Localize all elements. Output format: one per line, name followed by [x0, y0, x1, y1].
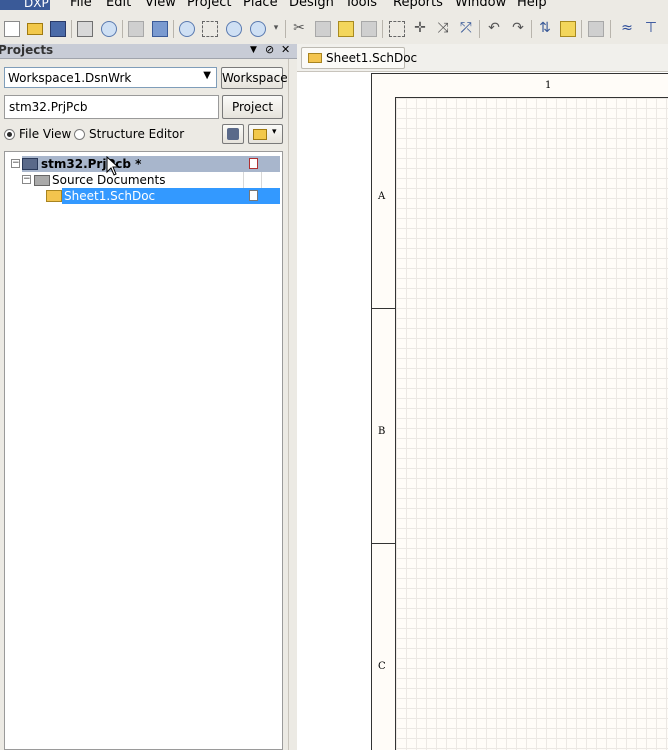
- project-field[interactable]: stm32.PrjPcb: [4, 95, 219, 119]
- menu-reports[interactable]: Reports: [393, 0, 443, 11]
- tree-item-project[interactable]: − stm32.PrjPcb *: [5, 156, 282, 172]
- select-area-icon[interactable]: [389, 21, 405, 37]
- document-status-icon: [249, 190, 258, 201]
- undo-icon[interactable]: ↶: [486, 20, 502, 36]
- project-field-value: stm32.PrjPcb: [9, 100, 88, 114]
- menu-view[interactable]: View: [145, 0, 176, 11]
- menu-place[interactable]: Place: [243, 0, 278, 11]
- dxp-menu-label: DXP: [24, 0, 49, 10]
- menu-file[interactable]: File: [70, 0, 92, 11]
- toolbar-separator: [285, 20, 286, 38]
- schematic-doc-icon: [308, 53, 322, 63]
- dxp-menu[interactable]: DXP: [0, 0, 50, 10]
- schematic-drawing-area[interactable]: [395, 97, 668, 750]
- project-options-button[interactable]: [222, 124, 244, 144]
- tree-column-divider: [243, 172, 244, 188]
- save-icon[interactable]: [50, 21, 66, 37]
- print-icon[interactable]: [77, 21, 93, 37]
- menu-window[interactable]: Window: [455, 0, 506, 11]
- folder-icon: [253, 129, 267, 140]
- cross-select-icon[interactable]: ⤨: [435, 20, 451, 36]
- toolbar-separator: [581, 20, 582, 38]
- copy-icon[interactable]: [315, 21, 331, 37]
- sheet-column-label: 1: [545, 80, 552, 91]
- structure-editor-label[interactable]: Structure Editor: [89, 127, 184, 141]
- open-folder-icon[interactable]: [27, 23, 43, 35]
- rubber-stamp-icon[interactable]: [361, 21, 377, 37]
- close-icon[interactable]: ✕: [281, 43, 290, 56]
- tree-item-label: Sheet1.SchDoc: [64, 189, 156, 203]
- panel-menu-icon[interactable]: ▼: [250, 45, 257, 55]
- toolbar-separator: [610, 20, 611, 38]
- paste-icon[interactable]: [338, 21, 354, 37]
- bus-icon[interactable]: ⊤: [643, 20, 659, 36]
- mouse-pointer-icon: [106, 156, 120, 176]
- cut-icon[interactable]: ✂: [291, 20, 307, 36]
- toolbar-separator: [71, 20, 72, 38]
- collapse-icon[interactable]: −: [11, 159, 20, 168]
- project-options-icon: [227, 128, 239, 140]
- project-folder-dropdown[interactable]: ▾: [248, 124, 283, 144]
- clear-filter-icon[interactable]: ⤱: [458, 20, 474, 36]
- toolbar-separator: [382, 20, 383, 38]
- zoom-dropdown-icon[interactable]: [250, 21, 266, 37]
- toolbar-separator: [122, 20, 123, 38]
- redo-icon[interactable]: ↷: [510, 20, 526, 36]
- menu-tools[interactable]: Tools: [345, 0, 377, 11]
- chip-icon[interactable]: [152, 21, 168, 37]
- hierarchy-icon[interactable]: ⇅: [537, 20, 553, 36]
- browse-library-icon[interactable]: [588, 21, 604, 37]
- zoom-area-icon[interactable]: [202, 21, 218, 37]
- new-file-icon[interactable]: [4, 21, 20, 37]
- zoom-select-icon[interactable]: [226, 21, 242, 37]
- toolbar-separator: [531, 20, 532, 38]
- menu-design[interactable]: Design: [289, 0, 334, 11]
- zone-divider: [371, 308, 395, 309]
- main-toolbar: ▾ ✂ ✛ ⤨ ⤱ ↶ ↷ ⇅ ≈ ⊤: [0, 12, 668, 45]
- tree-item-label: stm32.PrjPcb *: [41, 157, 142, 171]
- print-preview-icon[interactable]: [101, 21, 117, 37]
- project-button[interactable]: Project: [222, 95, 283, 119]
- toolbar-separator: [479, 20, 480, 38]
- schematic-doc-icon: [46, 190, 62, 202]
- tree-item-folder[interactable]: − Source Documents: [5, 172, 282, 188]
- tree-item-document[interactable]: Sheet1.SchDoc: [5, 188, 282, 204]
- move-icon[interactable]: ✛: [412, 20, 428, 36]
- sheet-zone-label: B: [378, 426, 386, 437]
- sheet-zone-label: A: [378, 191, 386, 202]
- menu-help[interactable]: Help: [517, 0, 547, 11]
- layers-icon[interactable]: [128, 21, 144, 37]
- chevron-down-icon: ▾: [272, 127, 277, 137]
- workspace-button[interactable]: Workspace: [221, 67, 288, 89]
- project-tree[interactable]: − stm32.PrjPcb * − Source Documents Shee…: [4, 151, 283, 750]
- tree-column-divider: [261, 172, 262, 188]
- menu-project[interactable]: Project: [187, 0, 231, 11]
- zone-divider: [371, 543, 395, 544]
- file-view-label[interactable]: File View: [19, 127, 71, 141]
- projects-panel-header: Projects ▼ ⊘ ✕: [0, 43, 297, 59]
- document-status-icon: [249, 158, 258, 169]
- panel-title: Projects: [0, 43, 54, 57]
- workspace-combo-value: Workspace1.DsnWrk: [8, 71, 132, 85]
- menu-edit[interactable]: Edit: [106, 0, 131, 11]
- workspace-combo[interactable]: Workspace1.DsnWrk ▼: [4, 67, 217, 88]
- chevron-down-icon[interactable]: ▾: [268, 20, 284, 36]
- structure-editor-radio[interactable]: [74, 129, 85, 140]
- file-view-radio[interactable]: [4, 129, 15, 140]
- cross-probe-icon[interactable]: [560, 21, 576, 37]
- collapse-icon[interactable]: −: [22, 175, 31, 184]
- zoom-fit-icon[interactable]: [179, 21, 195, 37]
- menu-bar: DXP File Edit View Project Place Design …: [0, 0, 668, 12]
- folder-icon: [34, 175, 50, 186]
- wire-icon[interactable]: ≈: [619, 20, 635, 36]
- pin-icon[interactable]: ⊘: [265, 43, 274, 56]
- sheet-zone-label: C: [378, 661, 386, 672]
- toolbar-separator: [173, 20, 174, 38]
- tab-sheet1[interactable]: Sheet1.SchDoc: [301, 47, 417, 69]
- project-file-icon: [22, 158, 38, 170]
- tab-label: Sheet1.SchDoc: [326, 51, 418, 65]
- chevron-down-icon[interactable]: ▼: [203, 70, 211, 81]
